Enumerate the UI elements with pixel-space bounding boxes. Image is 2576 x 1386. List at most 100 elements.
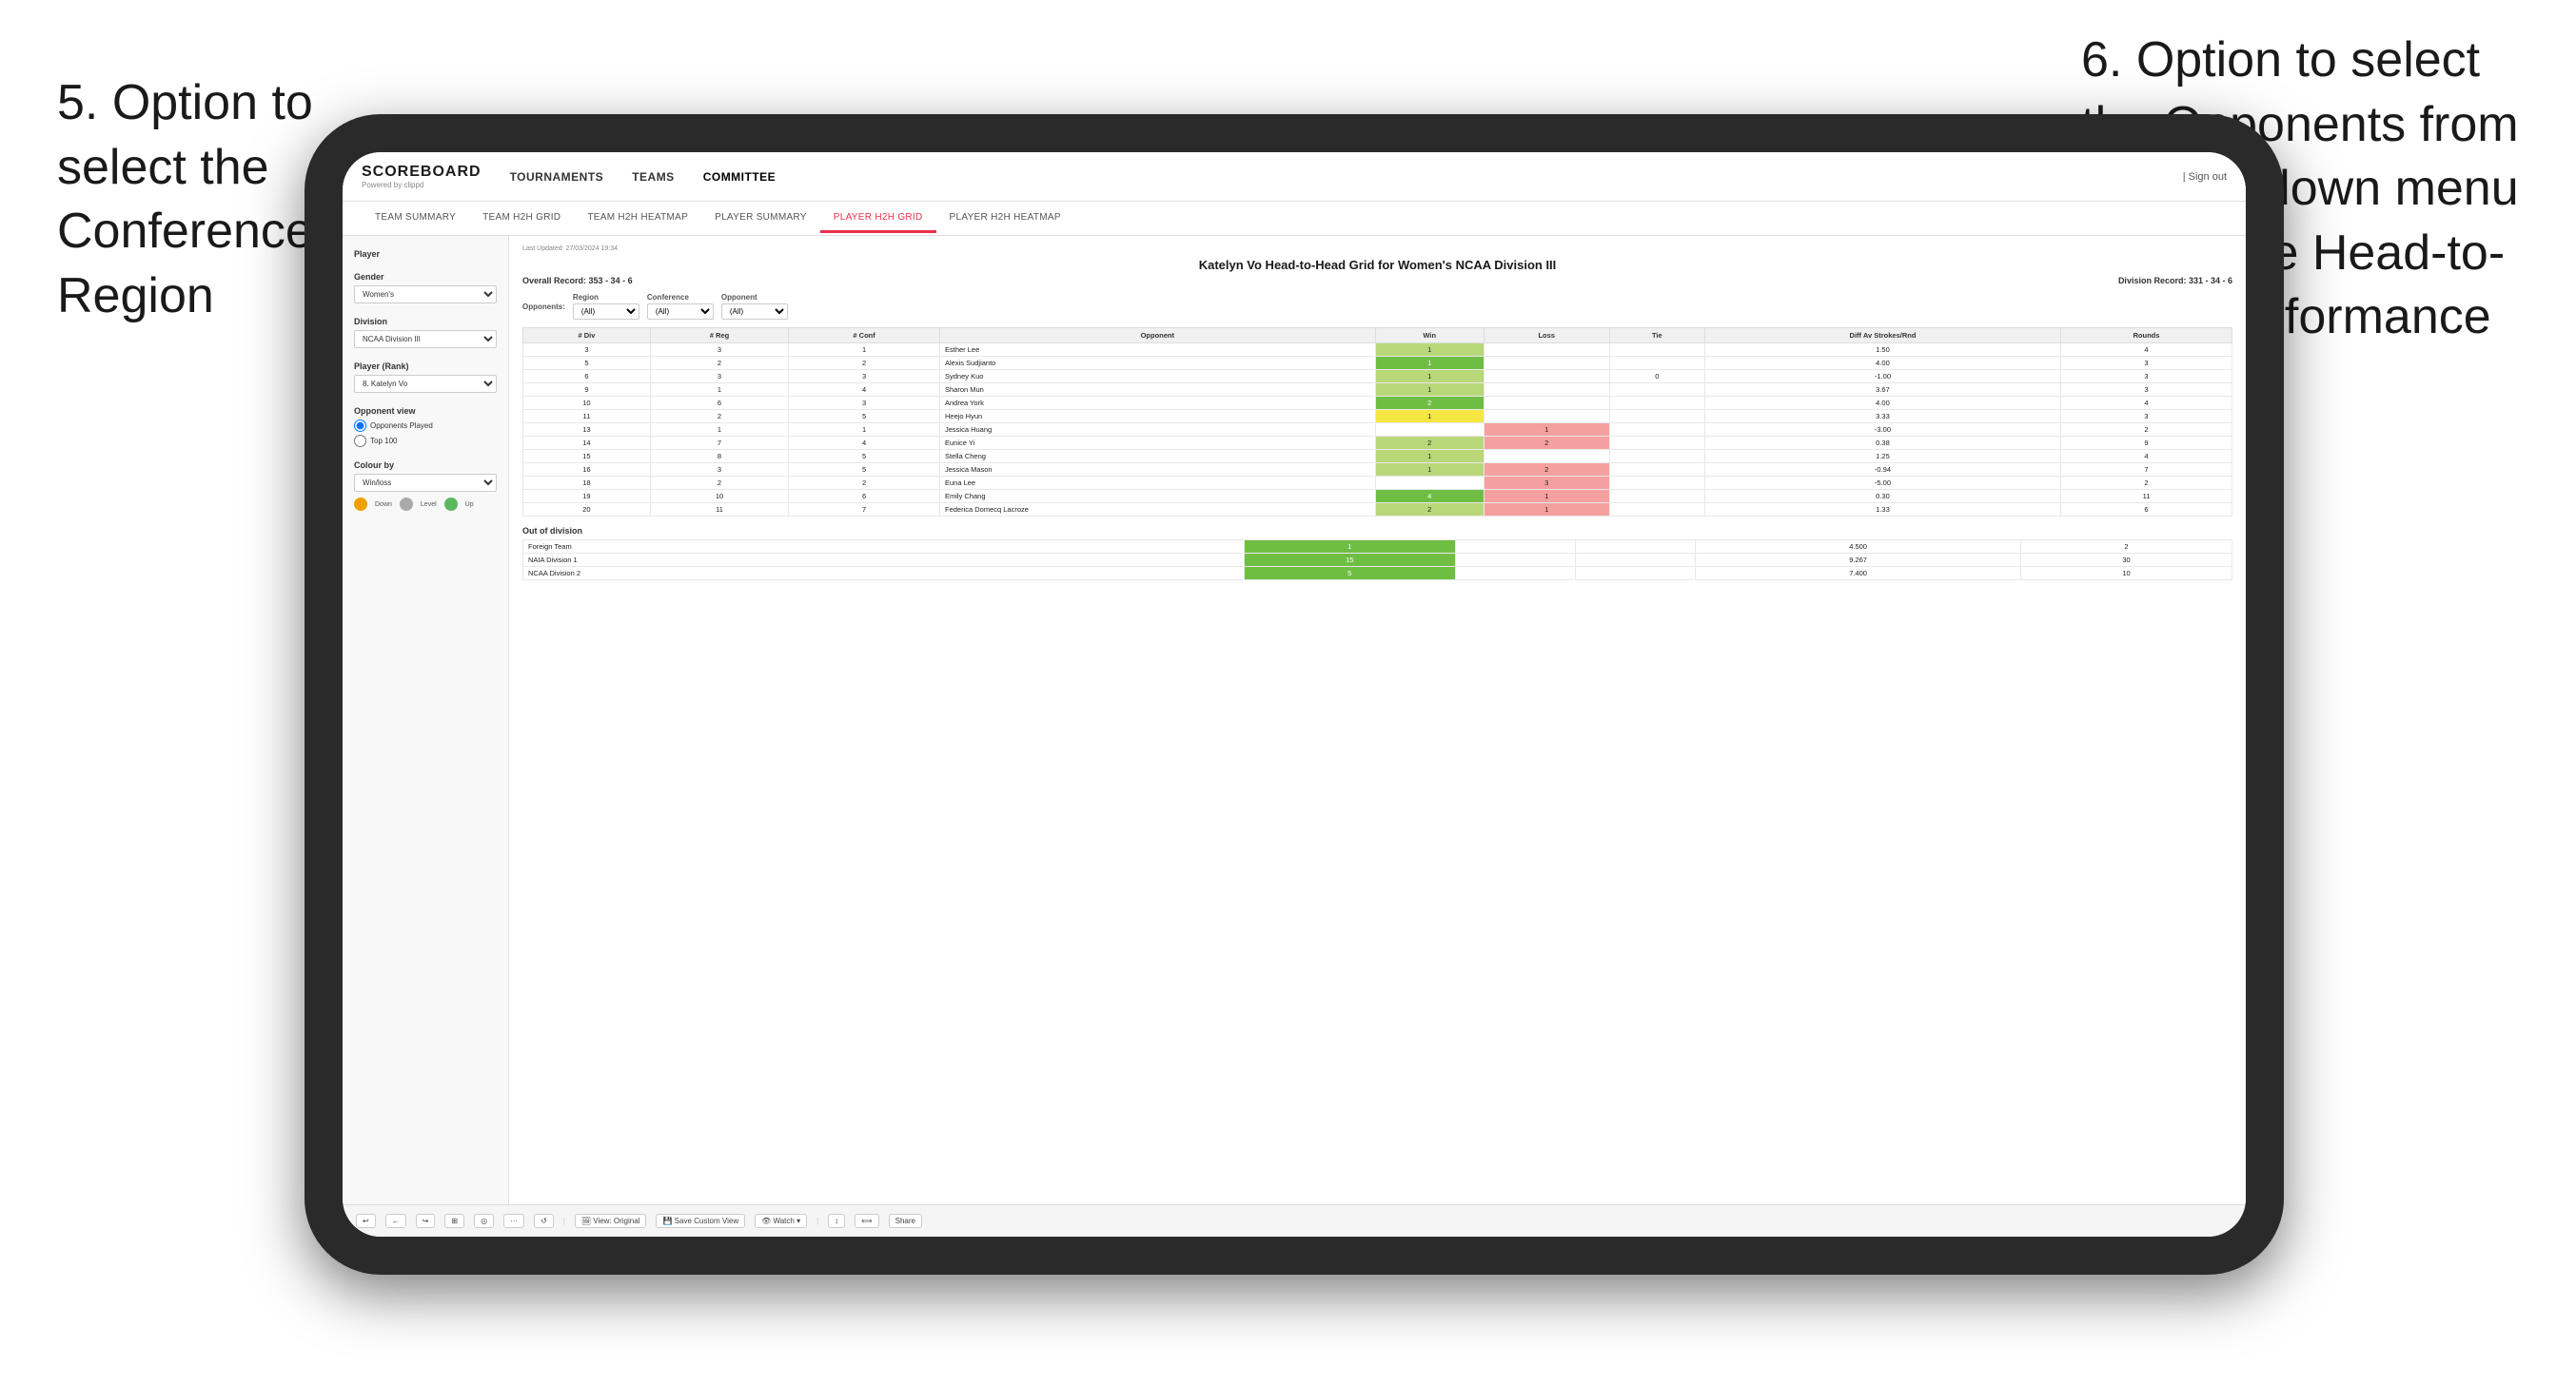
table-cell [1609, 503, 1704, 517]
table-cell: Alexis Sudjianto [939, 357, 1375, 370]
sub-nav-player-h2h-grid[interactable]: PLAYER H2H GRID [820, 205, 936, 233]
table-row: 1585Stella Cheng11.254 [523, 450, 2232, 463]
table-cell: Esther Lee [939, 343, 1375, 357]
opponent-filter-select[interactable]: (All) [721, 303, 788, 320]
toolbar-grid[interactable]: ⊞ [444, 1214, 464, 1228]
logo-sub: Powered by clippd [362, 181, 482, 189]
division-record: Division Record: 331 - 34 - 6 [2118, 276, 2232, 285]
th-diff: Diff Av Strokes/Rnd [1705, 328, 2061, 343]
th-win: Win [1375, 328, 1484, 343]
toolbar-expand[interactable]: ↕ [828, 1214, 845, 1228]
nav-committee[interactable]: COMMITTEE [703, 166, 777, 187]
table-row: 1125Heejo Hyun13.333 [523, 410, 2232, 423]
table-cell [1484, 410, 1609, 423]
table-cell: 1 [1484, 490, 1609, 503]
color-dot-level-label: Level [421, 501, 437, 508]
table-row: 633Sydney Kuo10-1.003 [523, 370, 2232, 383]
ood-table-cell: 30 [2020, 554, 2232, 567]
sidebar-player-rank-section: Player (Rank) 8. Katelyn Vo [354, 361, 497, 393]
sidebar-player-rank-select[interactable]: 8. Katelyn Vo [354, 375, 497, 393]
sub-nav-team-h2h-grid[interactable]: TEAM H2H GRID [469, 205, 574, 233]
sub-nav-player-h2h-heatmap[interactable]: PLAYER H2H HEATMAP [936, 205, 1074, 233]
table-cell: 6 [523, 370, 651, 383]
color-dot-up [444, 498, 458, 511]
table-cell: Stella Cheng [939, 450, 1375, 463]
table-cell: 4 [789, 437, 940, 450]
sidebar-colour-select[interactable]: Win/loss [354, 474, 497, 492]
sub-nav-team-summary[interactable]: TEAM SUMMARY [362, 205, 469, 233]
toolbar-view-original[interactable]: 🖼 View: Original [575, 1214, 647, 1228]
table-cell: 9 [2060, 437, 2232, 450]
table-row: 1311Jessica Huang1-3.002 [523, 423, 2232, 437]
toolbar-dots[interactable]: ··· [503, 1214, 524, 1228]
table-cell: 5 [789, 410, 940, 423]
conference-filter-label: Conference [647, 293, 714, 302]
sidebar-gender-select[interactable]: Women's [354, 285, 497, 303]
table-cell: -5.00 [1705, 477, 2061, 490]
last-updated: Last Updated: 27/03/2024 19:34 [522, 245, 2232, 252]
table-cell [1609, 463, 1704, 477]
toolbar-loop[interactable]: ↺ [534, 1214, 554, 1228]
toolbar-share[interactable]: Share [889, 1214, 922, 1228]
table-cell: -1.00 [1705, 370, 2061, 383]
toolbar-redo[interactable]: ↪ [416, 1214, 436, 1228]
table-row: 1822Euna Lee3-5.002 [523, 477, 2232, 490]
table-cell [1609, 450, 1704, 463]
table-cell: 7 [650, 437, 788, 450]
sidebar-division-select[interactable]: NCAA Division III [354, 330, 497, 348]
table-cell: 18 [523, 477, 651, 490]
table-cell: 3 [2060, 383, 2232, 397]
opponent-filter-label: Opponent [721, 293, 788, 302]
conference-filter-select[interactable]: (All) [647, 303, 714, 320]
sub-nav-player-summary[interactable]: PLAYER SUMMARY [701, 205, 820, 233]
table-cell [1375, 477, 1484, 490]
table-row: 522Alexis Sudjianto14.003 [523, 357, 2232, 370]
toolbar-undo[interactable]: ↩ [356, 1214, 376, 1228]
region-filter-select[interactable]: (All) [573, 303, 639, 320]
sidebar-radio-played[interactable]: Opponents Played [354, 420, 497, 432]
table-cell [1609, 343, 1704, 357]
toolbar-fullscreen[interactable]: ⟺ [855, 1214, 878, 1228]
main-table: # Div # Reg # Conf Opponent Win Loss Tie… [522, 327, 2232, 517]
nav-tournaments[interactable]: TOURNAMENTS [510, 166, 604, 187]
table-cell: 2 [1375, 503, 1484, 517]
ood-table-cell: 10 [2020, 567, 2232, 580]
data-area: Last Updated: 27/03/2024 19:34 Katelyn V… [509, 236, 2246, 1204]
toolbar-watch[interactable]: 👁 Watch ▾ [755, 1214, 807, 1228]
table-cell: 3 [2060, 410, 2232, 423]
nav-teams[interactable]: TEAMS [632, 166, 675, 187]
table-cell: 1 [1375, 343, 1484, 357]
table-cell: 6 [2060, 503, 2232, 517]
th-rounds: Rounds [2060, 328, 2232, 343]
th-tie: Tie [1609, 328, 1704, 343]
table-cell: 0 [1609, 370, 1704, 383]
table-cell [1609, 437, 1704, 450]
sidebar: Player Gender Women's Division NCAA Divi… [343, 236, 509, 1204]
toolbar-save-custom-view[interactable]: 💾 Save Custom View [656, 1214, 745, 1228]
table-cell [1484, 357, 1609, 370]
table-cell: 2 [1375, 397, 1484, 410]
table-cell [1609, 397, 1704, 410]
sign-out-link[interactable]: | Sign out [2183, 171, 2227, 183]
table-cell: 8 [650, 450, 788, 463]
th-div: # Div [523, 328, 651, 343]
table-cell [1484, 397, 1609, 410]
ood-table-row: NCAA Division 257.40010 [523, 567, 2232, 580]
sidebar-colour-section: Colour by Win/loss Down Level Up [354, 460, 497, 511]
table-cell: 5 [789, 463, 940, 477]
sidebar-radio-top100[interactable]: Top 100 [354, 435, 497, 447]
ood-table-cell [1575, 540, 1695, 554]
table-cell: Eunice Yi [939, 437, 1375, 450]
toolbar-refresh[interactable]: ◎ [474, 1214, 494, 1228]
ood-table-cell: 4.500 [1696, 540, 2021, 554]
filter-row: Opponents: Region (All) Conference (All) [522, 293, 2232, 320]
table-cell: 20 [523, 503, 651, 517]
ood-table-cell: 15 [1244, 554, 1455, 567]
sub-nav-team-h2h-heatmap[interactable]: TEAM H2H HEATMAP [574, 205, 701, 233]
table-cell: 1 [1375, 357, 1484, 370]
table-cell [1609, 383, 1704, 397]
table-cell: 3 [1484, 477, 1609, 490]
overall-record-label: Overall Record: [522, 276, 586, 285]
division-record-value: 331 - 34 - 6 [2189, 276, 2232, 285]
toolbar-back[interactable]: ← [385, 1214, 406, 1228]
